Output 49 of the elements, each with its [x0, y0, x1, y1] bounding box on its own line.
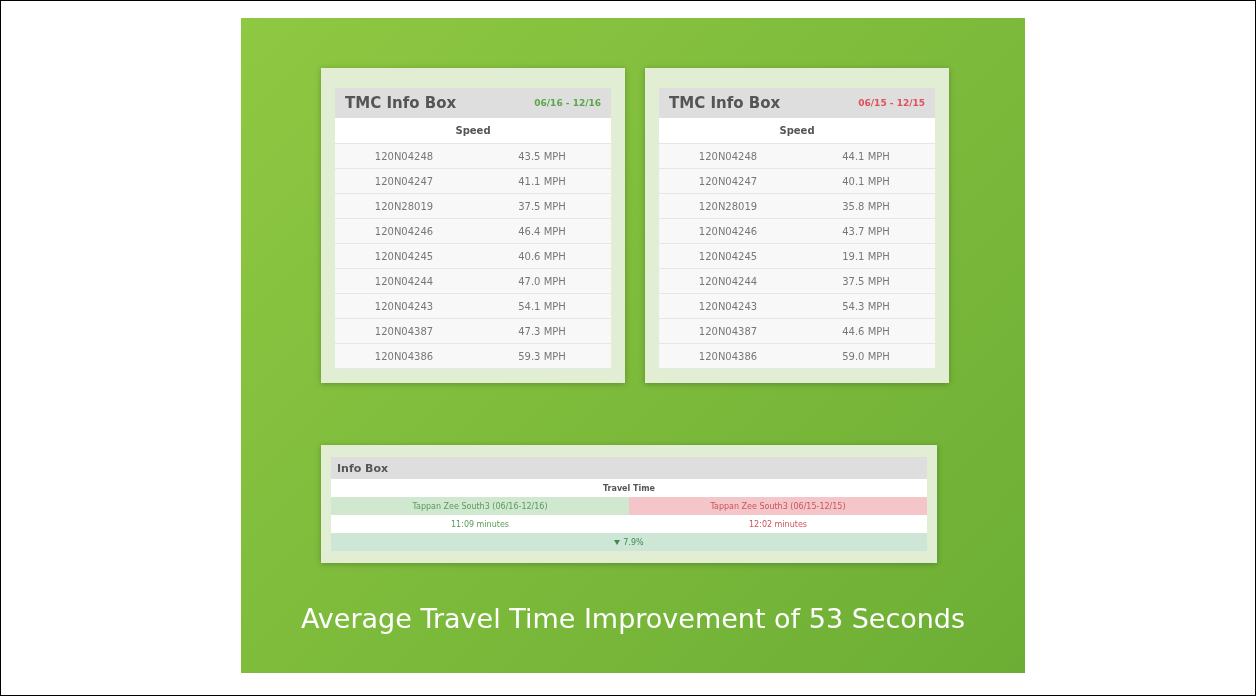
speed-value: 40.6 MPH [517, 250, 567, 262]
card-title: TMC Info Box [345, 94, 457, 112]
route-name: Tappan Zee South3 (06/16-12/16) [331, 497, 629, 515]
segment-id: 120N04386 [697, 350, 759, 362]
segment-id: 120N04243 [373, 300, 435, 312]
date-range: 06/15 - 12/15 [858, 98, 925, 108]
segment-id: 120N04244 [697, 275, 759, 287]
segment-id: 120N04387 [697, 325, 759, 337]
travel-time: 11:09 minutes [450, 518, 510, 531]
column-heading: Travel Time [601, 482, 657, 495]
caption: Average Travel Time Improvement of 53 Seconds [299, 603, 967, 634]
speed-value: 19.1 MPH [841, 250, 891, 262]
segment-id: 120N04245 [697, 250, 759, 262]
speed-value: 47.3 MPH [517, 325, 567, 337]
segment-id: 120N04247 [697, 175, 759, 187]
speed-value: 43.7 MPH [841, 225, 891, 237]
speed-value: 40.1 MPH [841, 175, 891, 187]
segment-id: 120N04243 [697, 300, 759, 312]
speed-value: 41.1 MPH [517, 175, 567, 187]
segment-id: 120N04248 [697, 150, 759, 162]
speed-value: 54.3 MPH [841, 300, 891, 312]
speed-value: 43.5 MPH [517, 150, 567, 162]
segment-id: 120N28019 [373, 200, 435, 212]
route-name: Tappan Zee South3 (06/15-12/15) [629, 497, 927, 515]
segment-id: 120N04245 [373, 250, 435, 262]
segment-id: 120N04248 [373, 150, 435, 162]
speed-value: 37.5 MPH [841, 275, 891, 287]
segment-id: 120N28019 [697, 200, 759, 212]
segment-id: 120N04244 [373, 275, 435, 287]
speed-value: 35.8 MPH [841, 200, 891, 212]
date-range: 06/16 - 12/16 [534, 98, 601, 108]
change-percent: 7.9% [623, 537, 644, 547]
down-triangle-icon [614, 539, 621, 545]
speed-value: 46.4 MPH [517, 225, 567, 237]
speed-value: 47.0 MPH [517, 275, 567, 287]
speed-value: 59.0 MPH [841, 350, 891, 362]
segment-id: 120N04387 [373, 325, 435, 337]
speed-value: 44.6 MPH [841, 325, 891, 337]
card-title: Info Box [331, 457, 927, 479]
speed-value: 59.3 MPH [517, 350, 567, 362]
card-title: TMC Info Box [669, 94, 781, 112]
speed-value: 44.1 MPH [841, 150, 891, 162]
segment-id: 120N04246 [697, 225, 759, 237]
segment-id: 120N04386 [373, 350, 435, 362]
speed-value: 37.5 MPH [517, 200, 567, 212]
segment-id: 120N04246 [373, 225, 435, 237]
speed-value: 54.1 MPH [517, 300, 567, 312]
segment-id: 120N04247 [373, 175, 435, 187]
travel-time: 12:02 minutes [748, 518, 808, 531]
